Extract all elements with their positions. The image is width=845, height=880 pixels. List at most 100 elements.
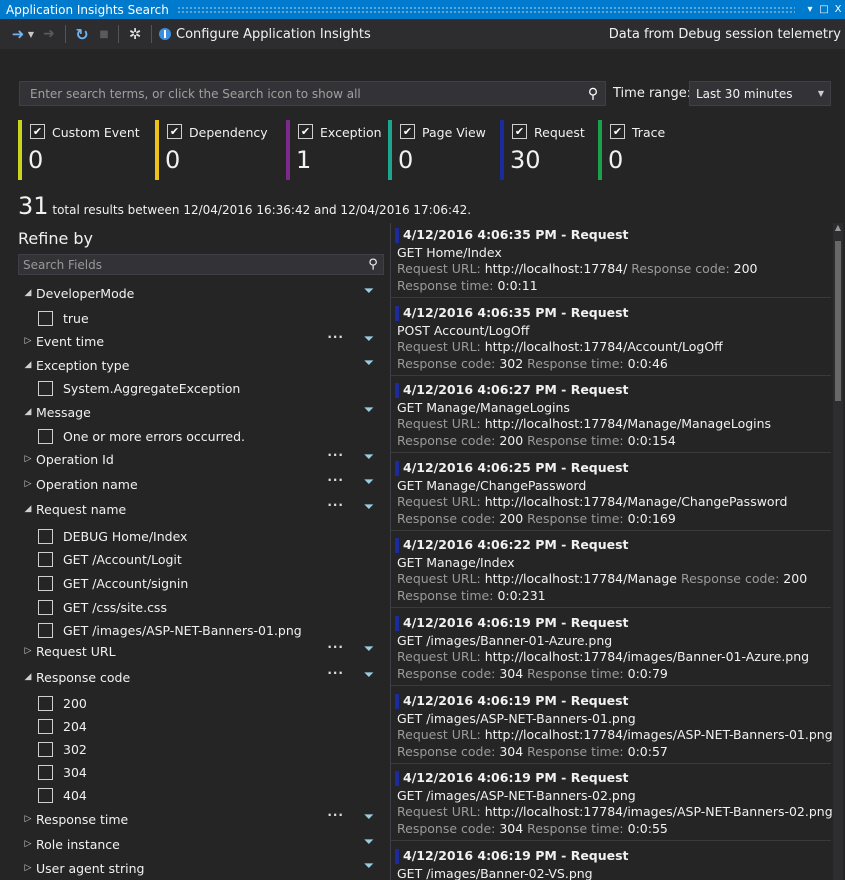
- facet-user-agent-string[interactable]: ▷ User agent string ⏷: [18, 857, 384, 879]
- result-item[interactable]: 4/12/2016 4:06:35 PM - Request POST Accou…: [391, 301, 831, 376]
- more-options-icon[interactable]: ···: [327, 666, 344, 680]
- funnel-icon[interactable]: ⏷: [364, 500, 374, 515]
- funnel-icon[interactable]: ⏷: [364, 835, 374, 850]
- facet-value-checkbox[interactable]: [38, 528, 53, 544]
- scroll-up-icon[interactable]: ▲: [833, 223, 843, 237]
- more-options-icon[interactable]: ···: [327, 498, 344, 512]
- facet-request-name[interactable]: ◢ Request name ··· ⏷: [18, 498, 384, 520]
- facet-value-checkbox[interactable]: [38, 787, 53, 803]
- maximize-icon[interactable]: □: [817, 4, 831, 15]
- configure-button[interactable]: Configure Application Insights: [159, 27, 371, 42]
- filter-checkbox[interactable]: ✔: [400, 124, 415, 139]
- facet-value[interactable]: One or more errors occurred.: [38, 425, 245, 447]
- result-item[interactable]: 4/12/2016 4:06:27 PM - Request GET Manage…: [391, 378, 831, 454]
- facet-value-checkbox[interactable]: [38, 310, 53, 326]
- facet-value-checkbox[interactable]: [38, 695, 53, 711]
- expand-triangle-icon[interactable]: ▷: [20, 336, 36, 346]
- search-icon[interactable]: ⚲: [363, 257, 383, 272]
- funnel-icon[interactable]: ⏷: [364, 332, 374, 347]
- expand-triangle-icon[interactable]: ▷: [20, 863, 36, 873]
- facet-operation-name[interactable]: ▷ Operation name ··· ⏷: [18, 473, 384, 495]
- facet-role-instance[interactable]: ▷ Role instance ⏷: [18, 833, 384, 855]
- facet-request-url[interactable]: ▷ Request URL ··· ⏷: [18, 640, 384, 662]
- more-options-icon[interactable]: ···: [327, 808, 344, 822]
- result-item[interactable]: 4/12/2016 4:06:19 PM - Request GET /image…: [391, 844, 831, 880]
- funnel-icon[interactable]: ⏷: [364, 284, 374, 299]
- collapse-triangle-icon[interactable]: ◢: [20, 288, 36, 298]
- facet-value-checkbox[interactable]: [38, 428, 53, 444]
- filter-checkbox[interactable]: ✔: [512, 124, 527, 139]
- facet-value-checkbox[interactable]: [38, 599, 53, 615]
- window-menu-icon[interactable]: ▾: [803, 4, 817, 15]
- funnel-icon[interactable]: ⏷: [364, 668, 374, 683]
- facet-response-code[interactable]: ◢ Response code ··· ⏷: [18, 666, 384, 688]
- search-icon[interactable]: ⚲: [581, 86, 605, 102]
- expand-triangle-icon[interactable]: ▷: [20, 479, 36, 489]
- more-options-icon[interactable]: ···: [327, 473, 344, 487]
- facet-value[interactable]: 304: [38, 761, 87, 783]
- filter-checkbox[interactable]: ✔: [610, 124, 625, 139]
- facet-value-checkbox[interactable]: [38, 551, 53, 567]
- facet-value-checkbox[interactable]: [38, 741, 53, 757]
- time-range-select[interactable]: Last 30 minutes ▼: [689, 81, 831, 106]
- facet-event-time[interactable]: ▷ Event time ··· ⏷: [18, 330, 384, 352]
- collapse-triangle-icon[interactable]: ◢: [20, 407, 36, 417]
- stop-icon[interactable]: ■: [97, 23, 111, 45]
- funnel-icon[interactable]: ⏷: [364, 356, 374, 371]
- facet-response-time[interactable]: ▷ Response time ··· ⏷: [18, 808, 384, 830]
- collapse-triangle-icon[interactable]: ◢: [20, 672, 36, 682]
- more-options-icon[interactable]: ···: [327, 640, 344, 654]
- expand-triangle-icon[interactable]: ▷: [20, 646, 36, 656]
- facet-value[interactable]: GET /images/ASP-NET-Banners-01.png: [38, 619, 302, 641]
- more-options-icon[interactable]: ···: [327, 330, 344, 344]
- close-icon[interactable]: X: [831, 4, 845, 15]
- funnel-icon[interactable]: ⏷: [364, 642, 374, 657]
- funnel-icon[interactable]: ⏷: [364, 859, 374, 874]
- facet-message[interactable]: ◢ Message ⏷: [18, 401, 384, 423]
- facet-value[interactable]: GET /Account/Logit: [38, 548, 182, 570]
- result-item[interactable]: 4/12/2016 4:06:19 PM - Request GET /image…: [391, 766, 833, 842]
- result-item[interactable]: 4/12/2016 4:06:22 PM - Request GET Manage…: [391, 533, 831, 609]
- facet-value[interactable]: 204: [38, 715, 87, 737]
- forward-arrow-icon[interactable]: ➜: [40, 23, 58, 45]
- facet-value-checkbox[interactable]: [38, 575, 53, 591]
- results-scrollbar[interactable]: ▲: [833, 223, 843, 880]
- filter-checkbox[interactable]: ✔: [167, 124, 182, 139]
- facet-value[interactable]: true: [38, 307, 89, 329]
- expand-triangle-icon[interactable]: ▷: [20, 839, 36, 849]
- facet-value-checkbox[interactable]: [38, 380, 53, 396]
- funnel-icon[interactable]: ⏷: [364, 403, 374, 418]
- back-dropdown-icon[interactable]: ▼: [26, 23, 36, 45]
- facet-value[interactable]: 302: [38, 738, 87, 760]
- facet-operation-id[interactable]: ▷ Operation Id ··· ⏷: [18, 448, 384, 470]
- filter-checkbox[interactable]: ✔: [298, 124, 313, 139]
- expand-triangle-icon[interactable]: ▷: [20, 454, 36, 464]
- result-item[interactable]: 4/12/2016 4:06:25 PM - Request GET Manage…: [391, 456, 831, 531]
- collapse-triangle-icon[interactable]: ◢: [20, 360, 36, 370]
- facet-value-checkbox[interactable]: [38, 764, 53, 780]
- back-arrow-icon[interactable]: ➜: [10, 23, 26, 45]
- facet-value[interactable]: DEBUG Home/Index: [38, 525, 187, 547]
- collapse-triangle-icon[interactable]: ◢: [20, 504, 36, 514]
- filter-checkbox[interactable]: ✔: [30, 124, 45, 139]
- facet-value-checkbox[interactable]: [38, 622, 53, 638]
- field-search-input[interactable]: [19, 256, 363, 273]
- funnel-icon[interactable]: ⏷: [364, 810, 374, 825]
- scroll-thumb[interactable]: [835, 241, 841, 401]
- facet-developermode[interactable]: ◢ DeveloperMode ⏷: [18, 282, 384, 304]
- facet-value[interactable]: GET /css/site.css: [38, 596, 167, 618]
- more-options-icon[interactable]: ···: [327, 448, 344, 462]
- result-item[interactable]: 4/12/2016 4:06:35 PM - Request GET Home/I…: [391, 223, 831, 298]
- facet-value[interactable]: 200: [38, 692, 87, 714]
- facet-value[interactable]: System.AggregateException: [38, 377, 240, 399]
- facet-value[interactable]: 404: [38, 784, 87, 806]
- facet-exception-type[interactable]: ◢ Exception type ⏷: [18, 354, 384, 376]
- facet-value-checkbox[interactable]: [38, 718, 53, 734]
- search-input[interactable]: [20, 85, 581, 102]
- funnel-icon[interactable]: ⏷: [364, 475, 374, 490]
- expand-triangle-icon[interactable]: ▷: [20, 814, 36, 824]
- result-item[interactable]: 4/12/2016 4:06:19 PM - Request GET /image…: [391, 689, 833, 764]
- funnel-icon[interactable]: ⏷: [364, 450, 374, 465]
- refresh-icon[interactable]: ↻: [73, 23, 91, 45]
- result-item[interactable]: 4/12/2016 4:06:19 PM - Request GET /image…: [391, 611, 831, 686]
